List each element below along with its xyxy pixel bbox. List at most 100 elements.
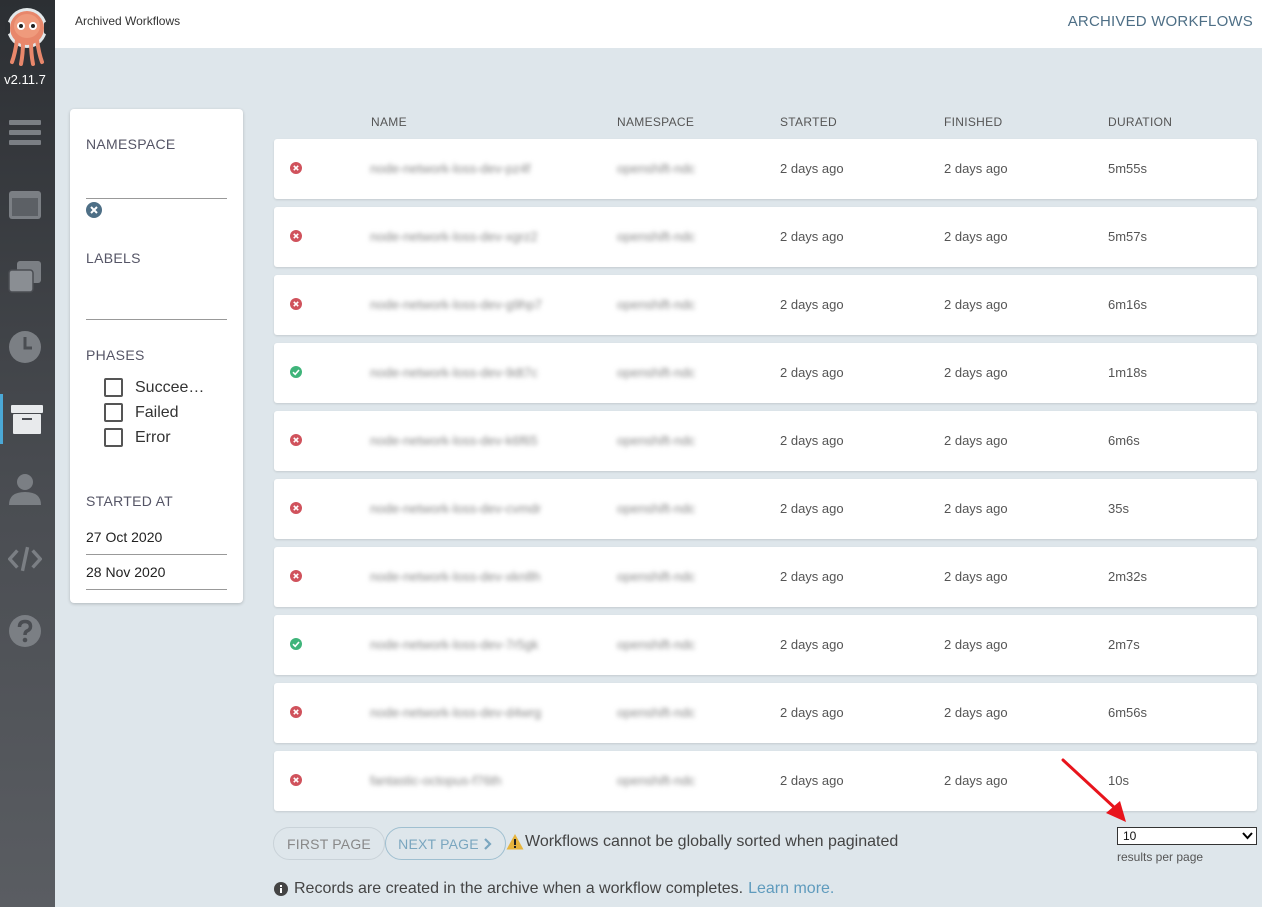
workflow-started: 2 days ago: [780, 433, 844, 448]
workflow-duration: 2m7s: [1108, 637, 1140, 652]
workflow-namespace: openshift-ndc: [617, 297, 696, 312]
nav-help[interactable]: [0, 606, 50, 656]
status-failed-icon: [290, 774, 302, 786]
table-row[interactable]: node-network-loss-dev-k6f65 openshift-nd…: [274, 411, 1257, 471]
archive-info: Records are created in the archive when …: [274, 880, 834, 898]
archive-icon: [10, 405, 43, 434]
learn-more-link[interactable]: Learn more.: [748, 880, 834, 898]
table-row[interactable]: node-network-loss-dev-7r5gk openshift-nd…: [274, 615, 1257, 675]
filters-panel: NAMESPACE LABELS PHASES Succee… Failed E…: [70, 109, 243, 603]
table-row[interactable]: node-network-loss-dev-xkn8h openshift-nd…: [274, 547, 1257, 607]
table-row[interactable]: node-network-loss-dev-d4wrg openshift-nd…: [274, 683, 1257, 743]
status-failed-icon: [290, 706, 302, 718]
workflow-duration: 2m32s: [1108, 569, 1148, 584]
workflow-name[interactable]: node-network-loss-dev-g9hp7: [370, 297, 542, 312]
phase-label: Succee…: [135, 378, 205, 396]
start-date-underline: [86, 554, 227, 555]
workflow-namespace: openshift-ndc: [617, 501, 696, 516]
breadcrumb[interactable]: Archived Workflows: [75, 14, 180, 28]
workflow-name[interactable]: node-network-loss-dev-cvmdr: [370, 501, 541, 516]
workflow-finished: 2 days ago: [944, 705, 1008, 720]
page-title: ARCHIVED WORKFLOWS: [1067, 13, 1253, 30]
workflow-name[interactable]: node-network-loss-dev-9dt7c: [370, 365, 538, 380]
start-date-input[interactable]: 27 Oct 2020: [86, 529, 162, 545]
workflow-duration: 6m6s: [1108, 433, 1140, 448]
workflow-namespace: openshift-ndc: [617, 161, 696, 176]
nav-archived-workflows[interactable]: [0, 394, 50, 444]
argo-logo-icon[interactable]: [3, 4, 51, 66]
workflow-name[interactable]: node-network-loss-dev-xkn8h: [370, 569, 541, 584]
workflow-duration: 35s: [1108, 501, 1129, 516]
info-text: Records are created in the archive when …: [294, 880, 744, 897]
column-duration: DURATION: [1108, 115, 1173, 129]
chevron-right-icon: [484, 837, 492, 850]
nav-cron-workflows[interactable]: [0, 322, 50, 372]
checkbox[interactable]: [104, 378, 123, 397]
results-per-page-select[interactable]: 10: [1117, 827, 1257, 845]
workflow-namespace: openshift-ndc: [617, 365, 696, 380]
next-page-button[interactable]: NEXT PAGE: [385, 827, 506, 860]
nav-workflows[interactable]: [0, 108, 50, 158]
workflow-name[interactable]: node-network-loss-dev-pz4f: [370, 161, 530, 176]
table-row[interactable]: node-network-loss-dev-cvmdr openshift-nd…: [274, 479, 1257, 539]
sidebar-nav: v2.11.7: [0, 0, 55, 907]
checkbox[interactable]: [104, 428, 123, 447]
clear-namespace-icon[interactable]: [86, 202, 102, 218]
table-row[interactable]: node-network-loss-dev-pz4f openshift-ndc…: [274, 139, 1257, 199]
nav-api-docs[interactable]: [0, 534, 50, 584]
workflow-started: 2 days ago: [780, 773, 844, 788]
workflow-namespace: openshift-ndc: [617, 773, 696, 788]
column-finished: FINISHED: [944, 115, 1003, 129]
phase-error-checkbox[interactable]: Error: [104, 428, 171, 447]
workflow-name[interactable]: node-network-loss-dev-7r5gk: [370, 637, 538, 652]
table-row[interactable]: node-network-loss-dev-g9hp7 openshift-nd…: [274, 275, 1257, 335]
workflow-namespace: openshift-ndc: [617, 229, 696, 244]
workflow-namespace: openshift-ndc: [617, 433, 696, 448]
workflow-finished: 2 days ago: [944, 229, 1008, 244]
workflow-name[interactable]: node-network-loss-dev-d4wrg: [370, 705, 541, 720]
namespace-input[interactable]: [86, 198, 227, 199]
status-failed-icon: [290, 502, 302, 514]
table-row[interactable]: node-network-loss-dev-xgrz2 openshift-nd…: [274, 207, 1257, 267]
workflow-name[interactable]: node-network-loss-dev-xgrz2: [370, 229, 538, 244]
phase-label: Error: [135, 428, 171, 446]
status-failed-icon: [290, 434, 302, 446]
workflow-namespace: openshift-ndc: [617, 637, 696, 652]
checkbox[interactable]: [104, 403, 123, 422]
nav-user-info[interactable]: [0, 464, 50, 514]
status-failed-icon: [290, 162, 302, 174]
phase-failed-checkbox[interactable]: Failed: [104, 403, 179, 422]
next-page-label: NEXT PAGE: [398, 835, 479, 852]
phase-succeeded-checkbox[interactable]: Succee…: [104, 378, 204, 397]
workflow-finished: 2 days ago: [944, 637, 1008, 652]
nav-workflow-templates[interactable]: [0, 180, 50, 230]
first-page-button[interactable]: FIRST PAGE: [273, 827, 385, 860]
pagination-warning: Workflows cannot be globally sorted when…: [506, 833, 898, 851]
workflow-name[interactable]: node-network-loss-dev-k6f65: [370, 433, 538, 448]
workflow-duration: 5m57s: [1108, 229, 1148, 244]
workflow-namespace: openshift-ndc: [617, 569, 696, 584]
workflow-name[interactable]: fantastic-octopus-f76th: [370, 773, 502, 788]
phases-label: PHASES: [86, 347, 145, 363]
workflow-started: 2 days ago: [780, 637, 844, 652]
workflow-started: 2 days ago: [780, 229, 844, 244]
started-at-label: STARTED AT: [86, 493, 174, 509]
workflow-finished: 2 days ago: [944, 365, 1008, 380]
status-failed-icon: [290, 298, 302, 310]
phase-label: Failed: [135, 403, 179, 421]
user-icon: [9, 474, 41, 505]
stream-icon: [9, 120, 41, 145]
column-name: NAME: [371, 115, 407, 129]
table-row[interactable]: node-network-loss-dev-9dt7c openshift-nd…: [274, 343, 1257, 403]
chevron-down-icon: [1242, 832, 1253, 840]
labels-input[interactable]: [86, 319, 227, 320]
workflow-started: 2 days ago: [780, 365, 844, 380]
page-size-value: 10: [1123, 829, 1137, 843]
status-succeeded-icon: [290, 638, 302, 650]
end-date-input[interactable]: 28 Nov 2020: [86, 564, 165, 580]
workflow-started: 2 days ago: [780, 501, 844, 516]
labels-label: LABELS: [86, 250, 141, 266]
workflow-started: 2 days ago: [780, 161, 844, 176]
annotation-arrow-icon: [1061, 758, 1126, 822]
nav-cluster-templates[interactable]: [0, 252, 50, 302]
